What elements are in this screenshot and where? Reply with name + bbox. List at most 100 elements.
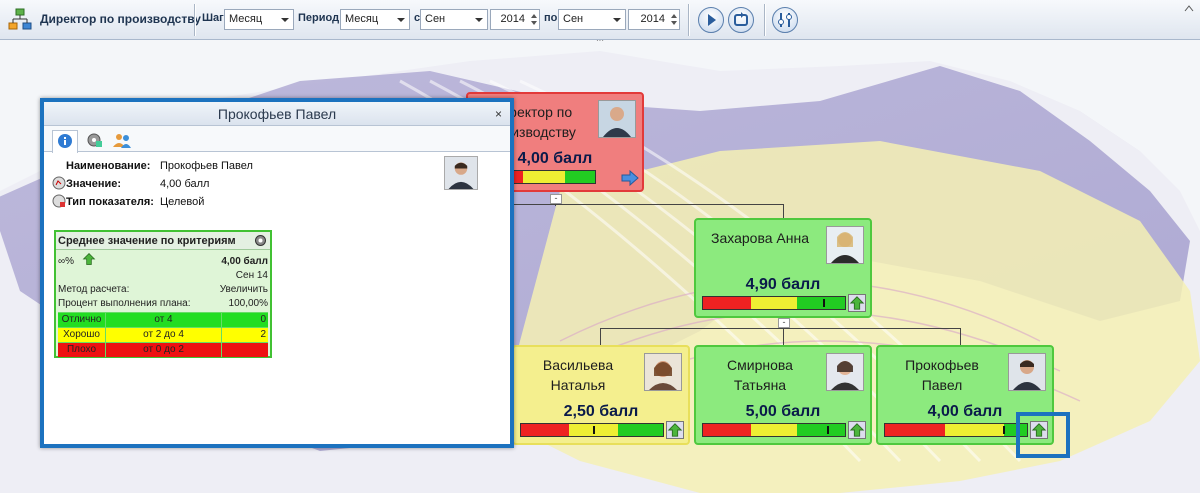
type-label: Тип показателя: <box>66 196 154 208</box>
org-card-smirnova[interactable]: Смирнова Татьяна 5,00 балл <box>694 345 872 445</box>
spin-up-icon[interactable] <box>531 14 537 18</box>
level-row-good: Хорошо от 2 до 4 2 <box>58 327 268 342</box>
collapse-toggle[interactable]: - <box>778 318 790 328</box>
spin-down-icon[interactable] <box>671 21 677 25</box>
gear-chart-icon <box>87 133 102 147</box>
play-button[interactable] <box>698 7 724 33</box>
period-select-value: Месяц <box>345 13 379 25</box>
value-label: Значение: <box>66 178 122 190</box>
toolbar: Директор по производству Шаг: Месяц Пери… <box>0 0 1200 40</box>
criteria-title: Среднее значение по критериям <box>58 235 236 247</box>
connector-line <box>600 328 601 345</box>
from-month-select[interactable]: Сен <box>420 9 488 30</box>
connector-line <box>600 328 960 329</box>
level-range: от 2 до 4 <box>106 328 222 342</box>
level-name: Хорошо <box>58 328 106 342</box>
employee-detail-window: Прокофьев Павел × Наименование: Прокофье… <box>40 98 514 448</box>
org-card-zakharova[interactable]: Захарова Анна 4,90 балл <box>694 218 872 318</box>
tab-criteria[interactable] <box>82 130 108 152</box>
from-year-value: 2014 <box>500 13 525 25</box>
avatar <box>444 156 478 190</box>
period-select[interactable]: Месяц <box>340 9 410 30</box>
refresh-icon <box>734 12 748 26</box>
org-card-name: Захарова Анна <box>711 230 809 246</box>
to-year-value: 2014 <box>640 13 665 25</box>
gear-icon[interactable] <box>254 234 267 247</box>
spin-up-icon[interactable] <box>671 14 677 18</box>
from-year-stepper[interactable]: 2014 <box>490 9 540 30</box>
step-select-value: Месяц <box>229 13 263 25</box>
to-month-value: Сен <box>563 13 584 25</box>
level-row-bad: Плохо от 0 до 2 <box>58 342 268 357</box>
highlight-box <box>1016 412 1070 458</box>
to-month-select[interactable]: Сен <box>558 9 626 30</box>
level-range: от 4 <box>106 313 222 327</box>
org-card-vasilyeva[interactable]: Васильева Наталья 2,50 балл <box>512 345 690 445</box>
collapse-up-icon[interactable] <box>1184 4 1194 12</box>
refresh-button[interactable] <box>728 7 754 33</box>
level-name: Отлично <box>58 313 106 327</box>
value-icon <box>52 176 66 190</box>
step-select[interactable]: Месяц <box>224 9 294 30</box>
criteria-score-row: ∞% 4,00 балл <box>58 253 268 267</box>
connector-line <box>960 328 961 345</box>
connector-line <box>514 204 784 205</box>
settings-button[interactable] <box>772 7 798 33</box>
toolbar-separator <box>194 4 195 36</box>
criteria-period: Сен 14 <box>235 270 268 281</box>
toolbar-separator <box>688 4 689 36</box>
criteria-method-row: Метод расчета: Увеличить <box>58 284 268 295</box>
period-label: Период: <box>298 12 343 24</box>
info-icon <box>58 134 72 148</box>
arrow-up-icon[interactable] <box>666 421 684 439</box>
org-card-score: 2,50 балл <box>563 403 639 420</box>
tab-info[interactable] <box>52 130 78 153</box>
users-icon <box>113 134 131 148</box>
arrow-up-icon[interactable] <box>848 294 866 312</box>
method-value: Увеличить <box>219 284 268 295</box>
app-title: Директор по производству <box>40 12 201 26</box>
criteria-score: 4,00 балл <box>221 256 268 267</box>
close-button[interactable]: × <box>495 102 502 126</box>
org-chart-icon <box>8 8 32 30</box>
org-card-score: 5,00 балл <box>745 403 821 420</box>
progress-scale <box>884 423 1028 437</box>
org-card-name: Прокофьев Павел <box>905 357 979 393</box>
collapse-toggle[interactable]: - <box>550 194 562 204</box>
chevron-down-icon <box>613 18 621 22</box>
org-card-name: Васильева Наталья <box>542 357 614 393</box>
level-row-excellent: Отлично от 4 0 <box>58 312 268 327</box>
avatar <box>644 353 682 391</box>
method-label: Метод расчета: <box>58 284 130 295</box>
avatar <box>1008 353 1046 391</box>
progress-scale <box>520 423 664 437</box>
progress-scale <box>702 423 846 437</box>
to-year-stepper[interactable]: 2014 <box>628 9 680 30</box>
level-range: от 0 до 2 <box>106 343 222 357</box>
to-label: по <box>544 12 558 24</box>
chevron-down-icon <box>397 18 405 22</box>
org-card-name: Смирнова Татьяна <box>727 357 793 393</box>
type-value: Целевой <box>160 196 205 208</box>
criteria-plan-row: Процент выполнения плана: 100,00% <box>58 298 268 309</box>
toolbar-separator <box>764 4 765 36</box>
level-name: Плохо <box>58 343 106 357</box>
name-label: Наименование: <box>66 160 151 172</box>
tab-users[interactable] <box>110 130 136 152</box>
spin-down-icon[interactable] <box>531 21 537 25</box>
window-title-bar[interactable]: Прокофьев Павел × <box>44 102 510 126</box>
level-count <box>222 343 268 357</box>
type-icon <box>52 194 66 208</box>
avatar <box>826 353 864 391</box>
progress-scale <box>702 296 846 310</box>
org-card-score: 4,90 балл <box>745 276 821 293</box>
plan-label: Процент выполнения плана: <box>58 298 191 309</box>
arrow-up-icon[interactable] <box>848 421 866 439</box>
window-tabs <box>44 126 510 153</box>
sliders-icon <box>778 13 792 27</box>
play-icon <box>708 14 716 26</box>
arrow-up-icon <box>82 253 96 265</box>
arrow-right-icon[interactable] <box>620 169 640 187</box>
connector-line <box>783 328 784 345</box>
plan-value: 100,00% <box>228 298 268 309</box>
